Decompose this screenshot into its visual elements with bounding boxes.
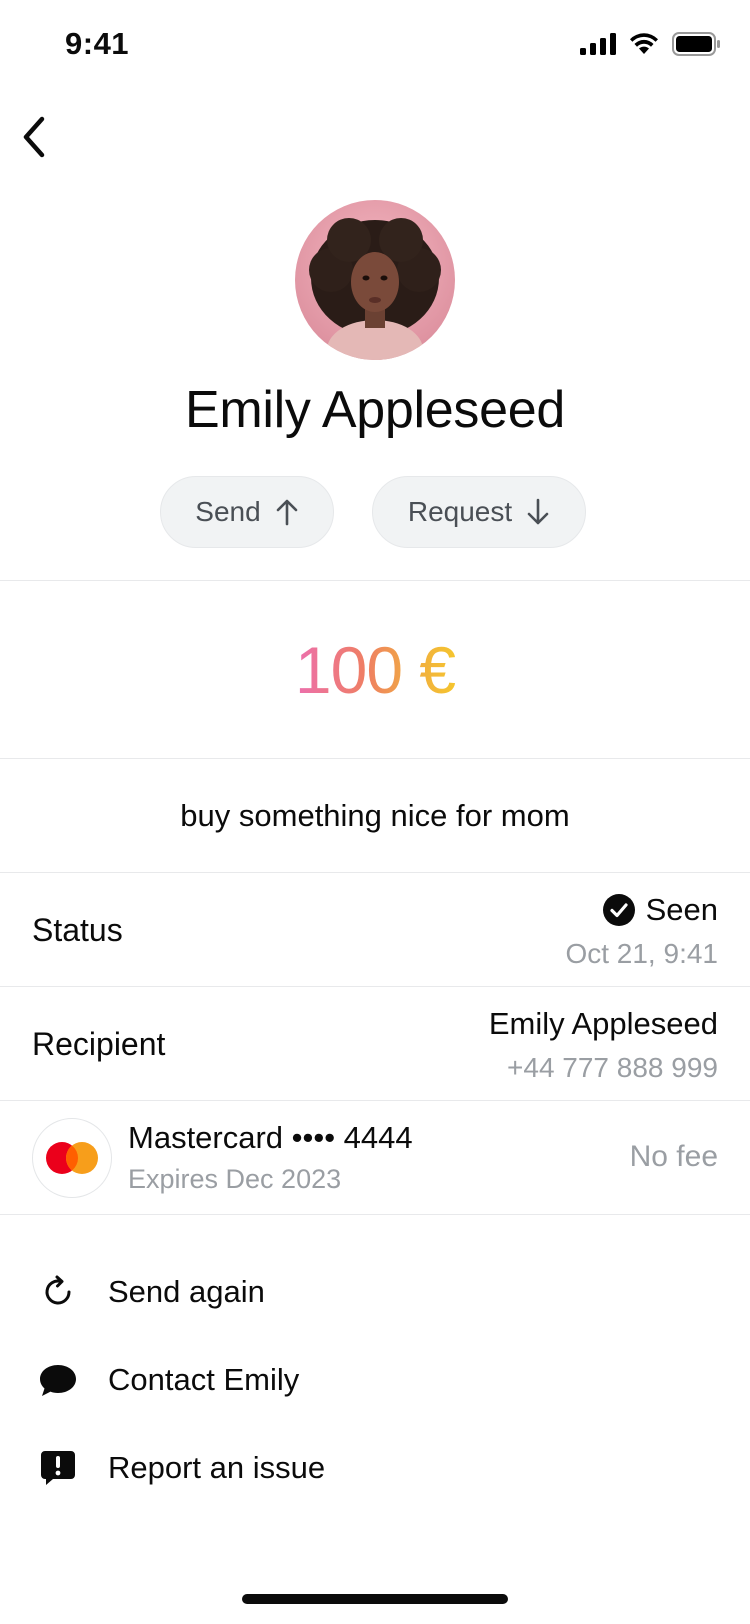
report-issue-label: Report an issue (108, 1450, 326, 1485)
amount-text: 100 € (294, 633, 456, 707)
request-button-label: Request (407, 496, 513, 527)
mastercard-logo (32, 1118, 112, 1198)
cellular-signal-icon (580, 33, 616, 55)
refresh-icon (36, 1270, 80, 1314)
divider (0, 986, 750, 987)
contact-label: Contact Emily (108, 1362, 300, 1397)
transfer-note: buy something nice for mom (180, 798, 570, 833)
wifi-icon (630, 33, 658, 54)
avatar (295, 200, 455, 360)
recipient-label: Recipient (32, 1026, 166, 1062)
recipient-name: Emily Appleseed (488, 1006, 718, 1041)
recipient-info: Emily Appleseed +44 777 888 999 (489, 1006, 718, 1084)
chat-bubble-icon (36, 1358, 80, 1402)
contact-button[interactable]: Contact Emily (36, 1350, 299, 1410)
status-time: 9:41 (65, 26, 130, 61)
card-expiry: Expires Dec 2023 (128, 1164, 342, 1194)
battery-icon (672, 32, 720, 56)
send-button[interactable]: Send (160, 476, 334, 548)
send-button-label: Send (195, 496, 261, 527)
card-title: Mastercard •••• 4444 (128, 1120, 413, 1155)
report-icon (36, 1446, 80, 1490)
status-icons (580, 32, 720, 56)
divider (0, 580, 750, 581)
divider (0, 872, 750, 873)
arrow-up-icon (276, 499, 298, 526)
mastercard-icon (46, 1142, 98, 1174)
request-button[interactable]: Request (372, 476, 586, 548)
send-again-label: Send again (108, 1274, 265, 1309)
back-button[interactable] (14, 112, 54, 162)
divider (0, 1214, 750, 1215)
divider (0, 1100, 750, 1101)
check-circle-icon (602, 894, 635, 926)
recipient-phone: +44 777 888 999 (507, 1052, 718, 1083)
divider (0, 758, 750, 759)
payment-method: Mastercard •••• 4444 Expires Dec 2023 (128, 1120, 413, 1195)
home-indicator[interactable] (242, 1594, 508, 1604)
status-info: Seen Oct 21, 9:41 (565, 892, 718, 970)
avatar-photo (295, 200, 455, 360)
send-again-button[interactable]: Send again (36, 1262, 265, 1322)
transfer-amount: 100 € (0, 632, 750, 708)
contact-name: Emily Appleseed (185, 381, 565, 439)
report-issue-button[interactable]: Report an issue (36, 1438, 325, 1498)
status-value: Seen (645, 892, 718, 927)
status-label: Status (32, 912, 123, 948)
status-timestamp: Oct 21, 9:41 (565, 938, 718, 969)
arrow-down-icon (527, 498, 549, 525)
status-bar: 9:41 (0, 0, 750, 92)
chevron-left-icon (23, 116, 45, 158)
fee-label: No fee (629, 1140, 718, 1173)
